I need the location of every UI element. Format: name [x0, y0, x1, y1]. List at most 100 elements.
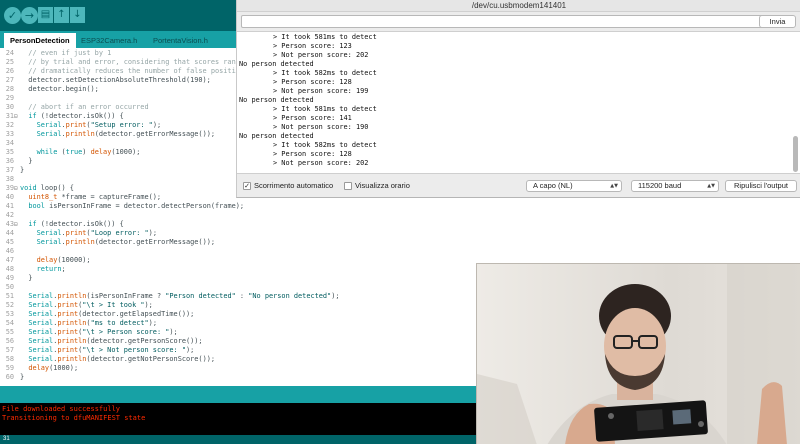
line-number: 26 [5, 67, 14, 75]
line-number: 34 [5, 139, 14, 147]
new-sketch-button[interactable]: ▤ [38, 7, 53, 23]
serial-output-line: No person detected [239, 132, 314, 140]
line-number: 40 [5, 193, 14, 201]
code-text: Serial.print("Loop error: "); [36, 229, 157, 237]
code-text: Serial.println(detector.getErrorMessage(… [36, 130, 216, 138]
serial-footer: ✓ Scorrimento automatico Visualizza orar… [237, 176, 800, 196]
serial-output-line: > It took 582ms to detect [273, 69, 377, 77]
line-number: 51 [5, 292, 14, 300]
line-number: 24 [5, 49, 14, 57]
line-number: 33 [5, 130, 14, 138]
clear-output-button[interactable]: Ripulisci l'output [725, 180, 797, 192]
code-text: if (!detector.isOk()) { [28, 220, 124, 228]
autoscroll-label: Scorrimento automatico [254, 181, 334, 190]
code-text: Serial.println(detector.getPersonScore()… [28, 337, 203, 345]
show-timestamp-checkbox[interactable] [344, 182, 352, 190]
line-number: 47 [5, 256, 14, 264]
tab-portenta-vision[interactable]: PortentaVision.h [147, 33, 214, 48]
serial-output-line: > Person score: 128 [273, 150, 352, 158]
line-ending-value: A capo (NL) [533, 181, 573, 190]
serial-output-line: > It took 582ms to detect [273, 141, 377, 149]
code-text: Serial.println(detector.getNotPersonScor… [28, 355, 216, 363]
new-file-icon: ▤ [40, 9, 51, 20]
line-number: 58 [5, 355, 14, 363]
code-text: Serial.println(isPersonInFrame ? "Person… [28, 292, 340, 300]
line-number: 27 [5, 76, 14, 84]
serial-output-line: > Person score: 128 [273, 78, 352, 86]
check-icon: ✓ [7, 9, 18, 22]
arrow-right-icon: → [24, 9, 35, 22]
code-text: Serial.print("\t > Not person score: "); [28, 346, 195, 354]
code-text: while (true) delay(1000); [36, 148, 141, 156]
fold-toggle-icon[interactable]: ⊟ [14, 112, 18, 121]
code-text: // dramatically reduces the number of fa… [20, 67, 249, 75]
line-number: 48 [5, 265, 14, 273]
code-text: if (!detector.isOk()) { [28, 112, 124, 120]
code-text: // even if just by 1 [20, 49, 112, 57]
save-sketch-button[interactable]: ↓ [70, 7, 85, 23]
scrollbar-thumb[interactable] [793, 136, 798, 172]
serial-output-line: > Person score: 141 [273, 114, 352, 122]
line-number: 28 [5, 85, 14, 93]
line-number: 39 [5, 184, 14, 192]
code-text: return; [36, 265, 66, 273]
line-number: 29 [5, 94, 14, 102]
line-number: 32 [5, 121, 14, 129]
code-text: } [20, 274, 33, 282]
fold-toggle-icon[interactable]: ⊟ [14, 184, 18, 193]
line-number: 57 [5, 346, 14, 354]
code-text: Serial.print("\t > It took "); [28, 301, 153, 309]
line-number: 43 [5, 220, 14, 228]
line-number: 59 [5, 364, 14, 372]
line-number: 46 [5, 247, 14, 255]
tab-esp32-camera[interactable]: ESP32Camera.h [75, 33, 143, 48]
serial-output: > It took 581ms to detect > Person score:… [237, 31, 800, 174]
serial-output-line: > Not person score: 202 [273, 159, 369, 167]
webcam-overlay [476, 263, 800, 444]
serial-output-line: > Not person score: 199 [273, 87, 369, 95]
verify-button[interactable]: ✓ [4, 7, 21, 24]
arrow-up-icon: ↑ [57, 9, 66, 20]
line-number: 55 [5, 328, 14, 336]
serial-send-input[interactable] [241, 15, 789, 28]
code-text: } [20, 157, 33, 165]
code-text: Serial.print(detector.getElapsedTime()); [28, 310, 195, 318]
show-timestamp-label: Visualizza orario [355, 181, 410, 190]
code-text: void loop() { [20, 184, 74, 192]
line-number: 49 [5, 274, 14, 282]
line-number: 50 [5, 283, 14, 291]
serial-output-line: > It took 581ms to detect [273, 33, 377, 41]
upload-button[interactable]: → [21, 7, 38, 24]
code-text: uint8_t *frame = captureFrame(); [28, 193, 162, 201]
line-number: 52 [5, 301, 14, 309]
serial-output-line: > Not person score: 190 [273, 123, 369, 131]
line-number: 37 [5, 166, 14, 174]
serial-output-line: No person detected [239, 60, 314, 68]
autoscroll-checkbox[interactable]: ✓ [243, 182, 251, 190]
code-text: detector.begin(); [20, 85, 99, 93]
line-number: 25 [5, 58, 14, 66]
console-line: Transitioning to dfuMANIFEST state [2, 414, 146, 422]
line-number: 60 [5, 373, 14, 381]
line-number: 42 [5, 211, 14, 219]
code-text: Serial.println("ms to detect"); [28, 319, 157, 327]
line-number: 30 [5, 103, 14, 111]
code-text: detector.setDetectionAbsoluteThreshold(1… [20, 76, 211, 84]
code-text: } [20, 373, 25, 381]
baud-rate-select[interactable]: 115200 baud ▲▼ [631, 180, 719, 192]
code-text: } [20, 166, 25, 174]
line-number: 54 [5, 319, 14, 327]
line-ending-select[interactable]: A capo (NL) ▲▼ [526, 180, 622, 192]
tab-person-detection[interactable]: PersonDetection [4, 33, 76, 48]
tab-bar: PersonDetection ESP32Camera.h PortentaVi… [0, 31, 236, 48]
send-button[interactable]: Invia [759, 15, 796, 28]
open-sketch-button[interactable]: ↑ [54, 7, 69, 23]
code-text: delay(10000); [36, 256, 91, 264]
line-number: 35 [5, 148, 14, 156]
code-text: Serial.println(detector.getErrorMessage(… [36, 238, 216, 246]
chevron-updown-icon: ▲▼ [707, 183, 715, 189]
fold-toggle-icon[interactable]: ⊟ [14, 220, 18, 229]
line-number: 53 [5, 310, 14, 318]
code-text: Serial.print("Setup error: "); [36, 121, 162, 129]
line-number: 38 [5, 175, 14, 183]
